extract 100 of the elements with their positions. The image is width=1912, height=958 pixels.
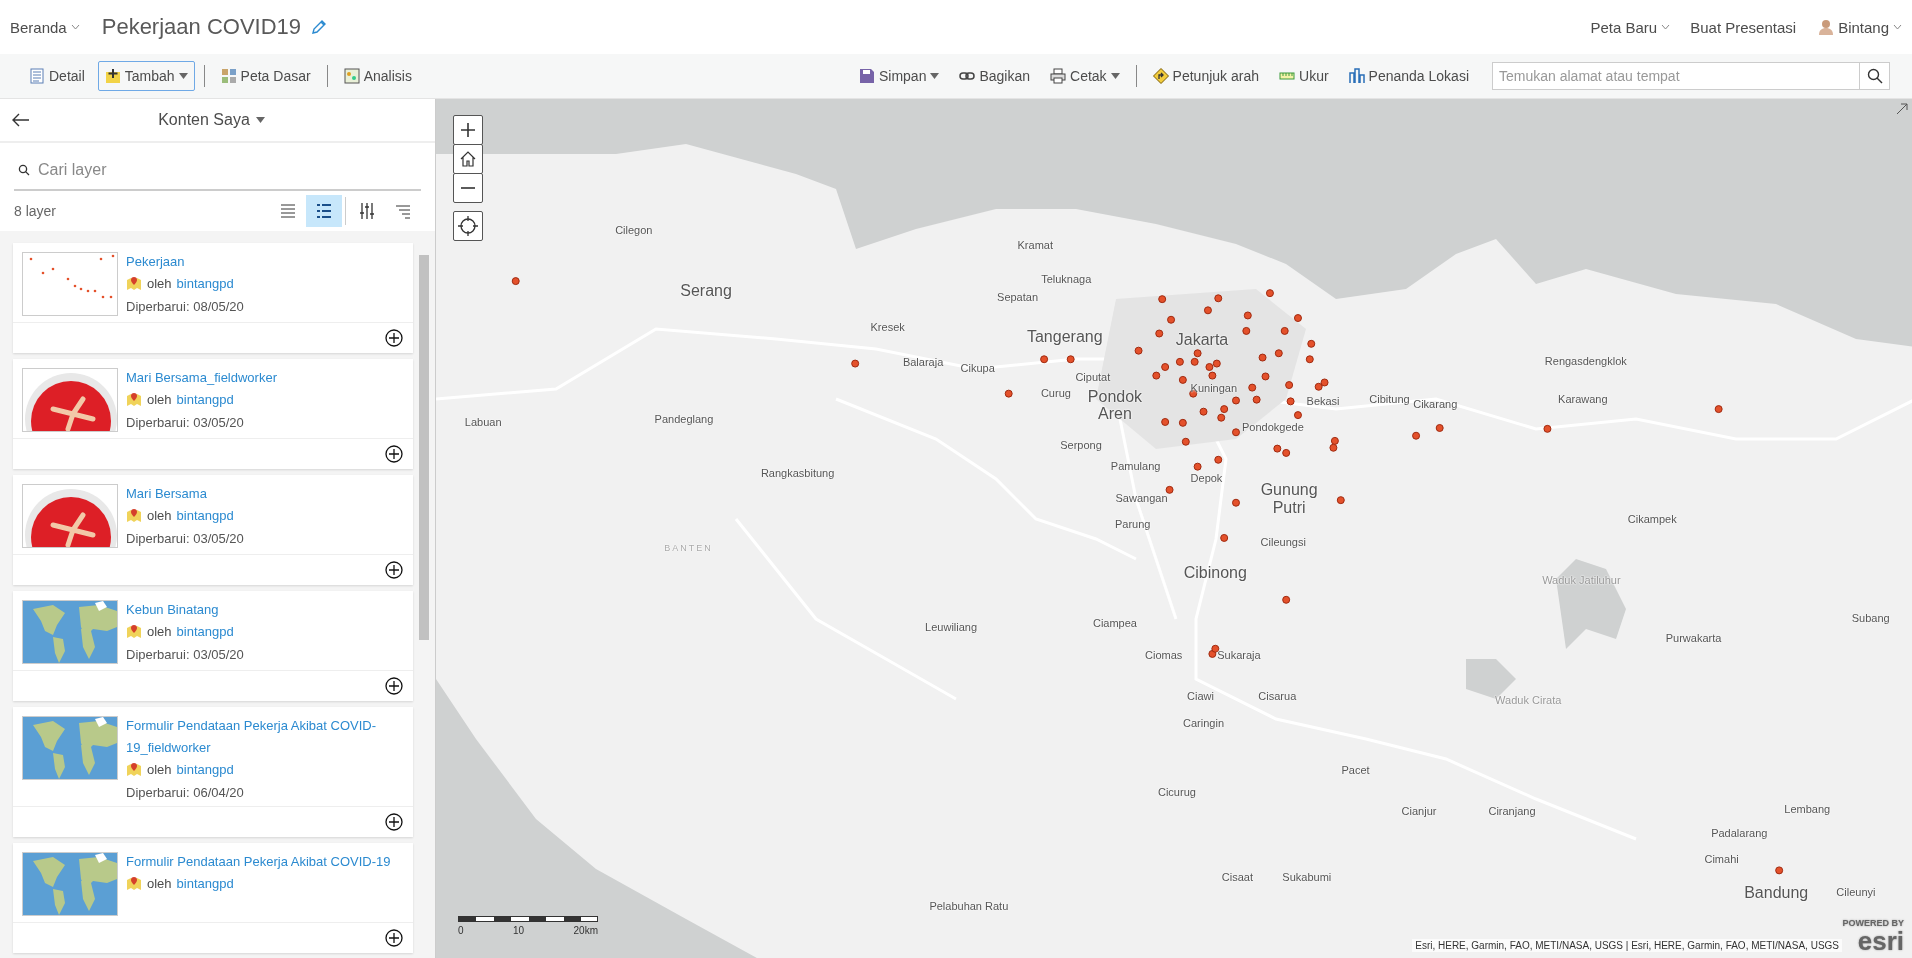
toolbar-button[interactable]: Penanda Lokasi bbox=[1341, 61, 1476, 91]
map-marker bbox=[1155, 329, 1164, 338]
owner-link[interactable]: bintangpd bbox=[176, 623, 234, 639]
add-layer-button[interactable] bbox=[385, 445, 403, 463]
map-marker bbox=[1232, 498, 1240, 507]
expand-icon[interactable] bbox=[1896, 103, 1908, 115]
analysis-icon bbox=[343, 68, 360, 84]
place-label: Cikupa bbox=[960, 361, 995, 374]
map-marker bbox=[1305, 355, 1314, 364]
add-layer-button[interactable] bbox=[385, 329, 403, 347]
owner-link[interactable]: bintangpd bbox=[176, 507, 234, 523]
add-layer-button[interactable] bbox=[385, 561, 403, 579]
add-icon bbox=[385, 677, 403, 695]
add-icon bbox=[385, 445, 403, 463]
zoom-in-button[interactable] bbox=[453, 115, 483, 145]
search-icon bbox=[18, 164, 30, 176]
layer-title-link[interactable]: Formulir Pendataan Pekerja Akibat COVID-19 bbox=[126, 851, 391, 873]
owner-link[interactable]: bintangpd bbox=[176, 875, 234, 891]
scale-label: 10 bbox=[513, 925, 525, 936]
owner-prefix: oleh bbox=[147, 875, 172, 891]
back-arrow-icon[interactable] bbox=[12, 113, 30, 127]
updated-date: Diperbarui: 03/05/20 bbox=[126, 415, 245, 430]
toolbar-button[interactable]: Tambah bbox=[97, 61, 195, 91]
map-marker bbox=[511, 277, 520, 286]
map-marker bbox=[1161, 418, 1170, 426]
map-marker bbox=[1258, 353, 1267, 362]
toolbar-button[interactable]: Petunjuk arah bbox=[1145, 61, 1266, 91]
scale-label: 20km bbox=[573, 925, 598, 936]
map-marker bbox=[1208, 649, 1217, 658]
place-label: Balaraja bbox=[902, 355, 944, 368]
place-label: Bekasi bbox=[1306, 395, 1340, 408]
toolbar-button[interactable]: Bagikan bbox=[952, 61, 1038, 91]
toolbar-button[interactable]: Simpan bbox=[851, 61, 947, 91]
home-link[interactable]: Beranda bbox=[10, 18, 80, 36]
map-marker bbox=[1220, 405, 1229, 414]
toolbar-button[interactable]: Peta Dasar bbox=[213, 61, 318, 91]
esri-logo: esri bbox=[1857, 928, 1904, 954]
map-marker bbox=[1190, 357, 1199, 366]
road-sign-icon bbox=[1152, 68, 1169, 84]
pencil-icon[interactable] bbox=[311, 19, 327, 35]
toolbar-button[interactable]: Detail bbox=[22, 61, 92, 91]
map-marker bbox=[1167, 315, 1176, 324]
toolbar-button[interactable]: Ukur bbox=[1272, 61, 1336, 91]
place-label: Ciranjang bbox=[1488, 805, 1536, 818]
map-marker bbox=[1193, 462, 1202, 471]
map-marker bbox=[1412, 431, 1421, 440]
map-marker bbox=[1252, 395, 1261, 404]
zoom-out-button[interactable] bbox=[453, 173, 483, 203]
place-label: Pamulang bbox=[1110, 459, 1161, 472]
locate-button[interactable] bbox=[453, 211, 483, 241]
place-label: Ciputat bbox=[1075, 371, 1111, 384]
map-marker bbox=[1435, 424, 1444, 432]
map-marker bbox=[1307, 339, 1316, 348]
map-marker bbox=[1214, 455, 1223, 464]
bookmark-icon bbox=[1348, 68, 1365, 84]
place-label: Cisaat bbox=[1221, 871, 1254, 884]
place-label: Waduk Cirata bbox=[1495, 694, 1562, 707]
place-label: Cisarua bbox=[1258, 689, 1297, 703]
add-layer-button[interactable] bbox=[385, 677, 403, 695]
map-marker bbox=[1178, 418, 1187, 427]
owner-link[interactable]: bintangpd bbox=[176, 275, 234, 291]
layer-title-link[interactable]: Mari Bersama_fieldworker bbox=[126, 367, 277, 389]
map-marker bbox=[1543, 424, 1552, 433]
map-marker bbox=[1181, 437, 1190, 446]
layer-title-link[interactable]: Pekerjaan bbox=[126, 251, 244, 273]
caret-icon bbox=[1110, 73, 1120, 79]
owner-link[interactable]: bintangpd bbox=[176, 391, 234, 407]
home-button[interactable] bbox=[453, 144, 483, 174]
place-label: Lembang bbox=[1784, 803, 1831, 816]
place-label: Cianjur bbox=[1401, 805, 1437, 818]
layer-title-link[interactable]: Mari Bersama bbox=[126, 483, 244, 505]
add-layer-button[interactable] bbox=[385, 929, 403, 947]
layer-count: 8 layer bbox=[14, 203, 58, 219]
map-marker bbox=[1714, 405, 1723, 414]
header-link[interactable]: Buat Presentasi bbox=[1690, 18, 1797, 36]
map-marker bbox=[1134, 346, 1143, 355]
place-label: Rangkasbitung bbox=[760, 466, 835, 479]
map-marker bbox=[1193, 349, 1202, 358]
map-marker bbox=[1329, 443, 1338, 452]
map-marker bbox=[1286, 397, 1295, 406]
owner-link[interactable]: bintangpd bbox=[176, 761, 234, 777]
map-marker bbox=[1294, 411, 1302, 420]
save-icon bbox=[858, 68, 875, 84]
map-marker bbox=[1208, 371, 1217, 380]
user-menu[interactable]: Bintang bbox=[1838, 18, 1902, 36]
toolbar-button[interactable]: Analisis bbox=[336, 61, 419, 91]
sort-icon bbox=[395, 203, 411, 219]
place-label: Parung bbox=[1114, 518, 1151, 531]
locate-icon bbox=[458, 216, 478, 236]
map-marker bbox=[1158, 295, 1167, 304]
toolbar-button[interactable]: Cetak bbox=[1043, 61, 1127, 91]
view-button[interactable] bbox=[306, 195, 342, 227]
layer-title-link[interactable]: Kebun Binatang bbox=[126, 599, 244, 621]
map-marker bbox=[1199, 407, 1208, 416]
logo-caption: POWERED BY bbox=[1842, 918, 1904, 928]
minus-icon bbox=[461, 187, 475, 189]
add-layer-icon bbox=[104, 68, 121, 84]
caret-icon bbox=[930, 73, 940, 79]
add-layer-button[interactable] bbox=[385, 813, 403, 831]
header-link[interactable]: Peta Baru bbox=[1590, 18, 1671, 36]
